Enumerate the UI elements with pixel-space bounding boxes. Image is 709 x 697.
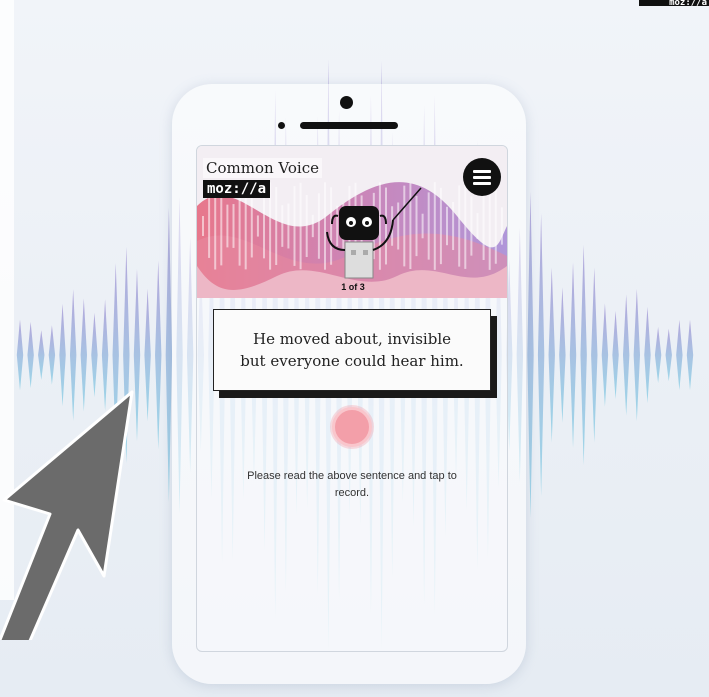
wave-spike [622,294,630,416]
wave-spike [559,287,566,423]
wave-spike [580,244,587,466]
wave-spike [27,321,34,389]
phone-sensor [278,122,285,129]
wave-spike [644,306,651,404]
wave-spike [548,267,555,443]
wave-spike [38,330,45,380]
sentence-counter: 1 of 3 [341,282,365,292]
sentence-card: He moved about, invisible but everyone c… [213,309,497,398]
brand-title: Common Voice [203,158,322,178]
menu-line [473,175,491,179]
wave-spike [665,328,672,382]
wave-spike [654,327,662,383]
pointer-arrow-icon [0,390,134,640]
record-icon[interactable] [332,407,372,447]
wave-spike [633,288,641,422]
mozilla-logo: moz://a [203,180,271,198]
phone-speaker [300,122,398,129]
wave-spike [686,319,694,391]
wave-spike [537,213,545,497]
hamburger-menu-icon[interactable] [463,158,501,196]
menu-line [473,169,491,173]
wave-spike [591,267,598,443]
wave-spike [569,262,577,448]
menu-line [473,181,491,185]
wave-spike [48,325,56,385]
app-screen: Common Voice moz://a 1 of 3 He moved abo… [196,145,508,652]
wave-spike [601,303,609,407]
sentence-text: He moved about, invisible but everyone c… [213,309,491,391]
wave-spike [676,319,683,391]
phone-frame: Common Voice moz://a 1 of 3 He moved abo… [172,84,526,684]
hero-banner: Common Voice moz://a 1 of 3 [197,146,507,298]
phone-camera [340,96,353,109]
corner-logo: moz://a [639,0,709,6]
brand[interactable]: Common Voice moz://a [203,158,322,198]
wave-spike [612,310,619,400]
record-instruction: Please read the above sentence and tap t… [247,470,457,499]
wave-spike [527,191,534,519]
